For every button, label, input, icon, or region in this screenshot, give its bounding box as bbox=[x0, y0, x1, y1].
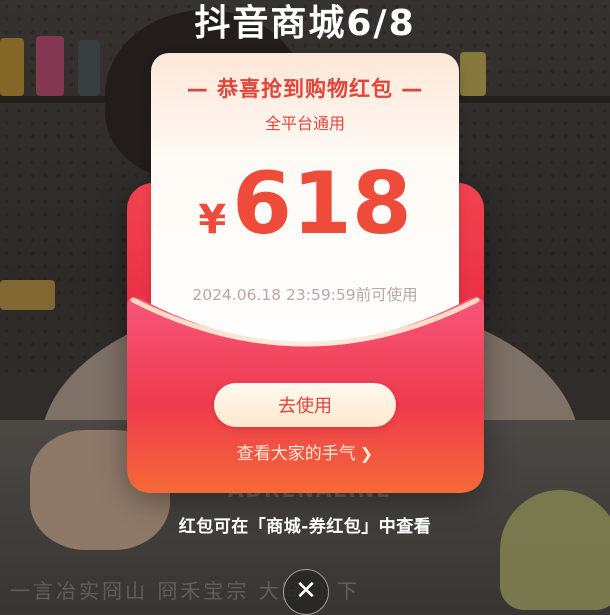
chevron-right-icon: ❯ bbox=[359, 444, 374, 463]
expiry-text: 2024.06.18 23:59:59前可使用 bbox=[192, 286, 418, 304]
view-luck-label: 查看大家的手气 bbox=[236, 444, 356, 464]
redpacket-subtitle: 全平台通用 bbox=[264, 114, 345, 133]
redpacket-location-hint: 红包可在「商城-券红包」中查看 bbox=[178, 517, 432, 537]
douyin-mall-618-banner: 抖音商城6/8 bbox=[194, 3, 416, 44]
redpacket-amount: ¥618 bbox=[151, 161, 459, 247]
redpacket-card: — 恭喜抢到购物红包 — 全平台通用 ¥618 2024.06.18 23:59… bbox=[151, 53, 459, 353]
close-icon[interactable]: ✕ bbox=[283, 569, 329, 615]
redpacket-title: — 恭喜抢到购物红包 — bbox=[186, 77, 424, 101]
view-everyone-luck-link[interactable]: 查看大家的手气 ❯ bbox=[0, 439, 610, 464]
amount-value: 618 bbox=[232, 154, 412, 254]
use-now-button[interactable]: 去使用 bbox=[214, 383, 396, 427]
currency-symbol: ¥ bbox=[198, 197, 227, 243]
